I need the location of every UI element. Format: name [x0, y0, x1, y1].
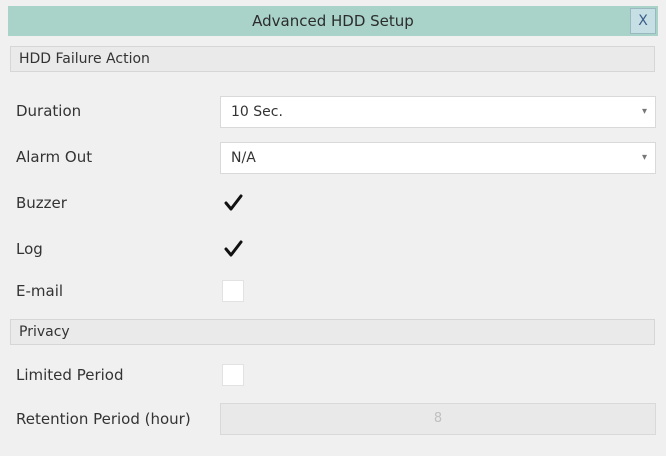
retention-period-label: Retention Period (hour) [16, 410, 191, 428]
duration-value: 10 Sec. [231, 104, 283, 120]
close-button[interactable]: X [630, 8, 656, 34]
log-label: Log [16, 240, 43, 258]
section-hdd-failure-action: HDD Failure Action [10, 46, 655, 72]
title-bar: Advanced HDD Setup X [8, 6, 658, 36]
alarm-out-value: N/A [231, 150, 256, 166]
checkmark-icon [224, 194, 243, 211]
chevron-down-icon: ▾ [641, 152, 647, 163]
section-privacy: Privacy [10, 319, 655, 345]
limited-period-checkbox[interactable] [222, 364, 244, 386]
advanced-hdd-setup-dialog: Advanced HDD Setup X HDD Failure Action … [0, 0, 666, 456]
dialog-title: Advanced HDD Setup [252, 12, 414, 30]
checkmark-icon [224, 240, 243, 257]
alarm-out-select[interactable]: N/A ▾ [220, 142, 656, 174]
buzzer-label: Buzzer [16, 194, 67, 212]
duration-label: Duration [16, 102, 82, 120]
retention-period-input[interactable]: 8 [220, 403, 656, 435]
limited-period-label: Limited Period [16, 366, 124, 384]
close-icon: X [638, 13, 648, 29]
log-checkbox[interactable] [222, 238, 244, 260]
duration-select[interactable]: 10 Sec. ▾ [220, 96, 656, 128]
chevron-down-icon: ▾ [641, 106, 647, 117]
buzzer-checkbox[interactable] [222, 192, 244, 214]
alarm-out-label: Alarm Out [16, 148, 93, 166]
email-checkbox[interactable] [222, 280, 244, 302]
email-label: E-mail [16, 282, 64, 300]
